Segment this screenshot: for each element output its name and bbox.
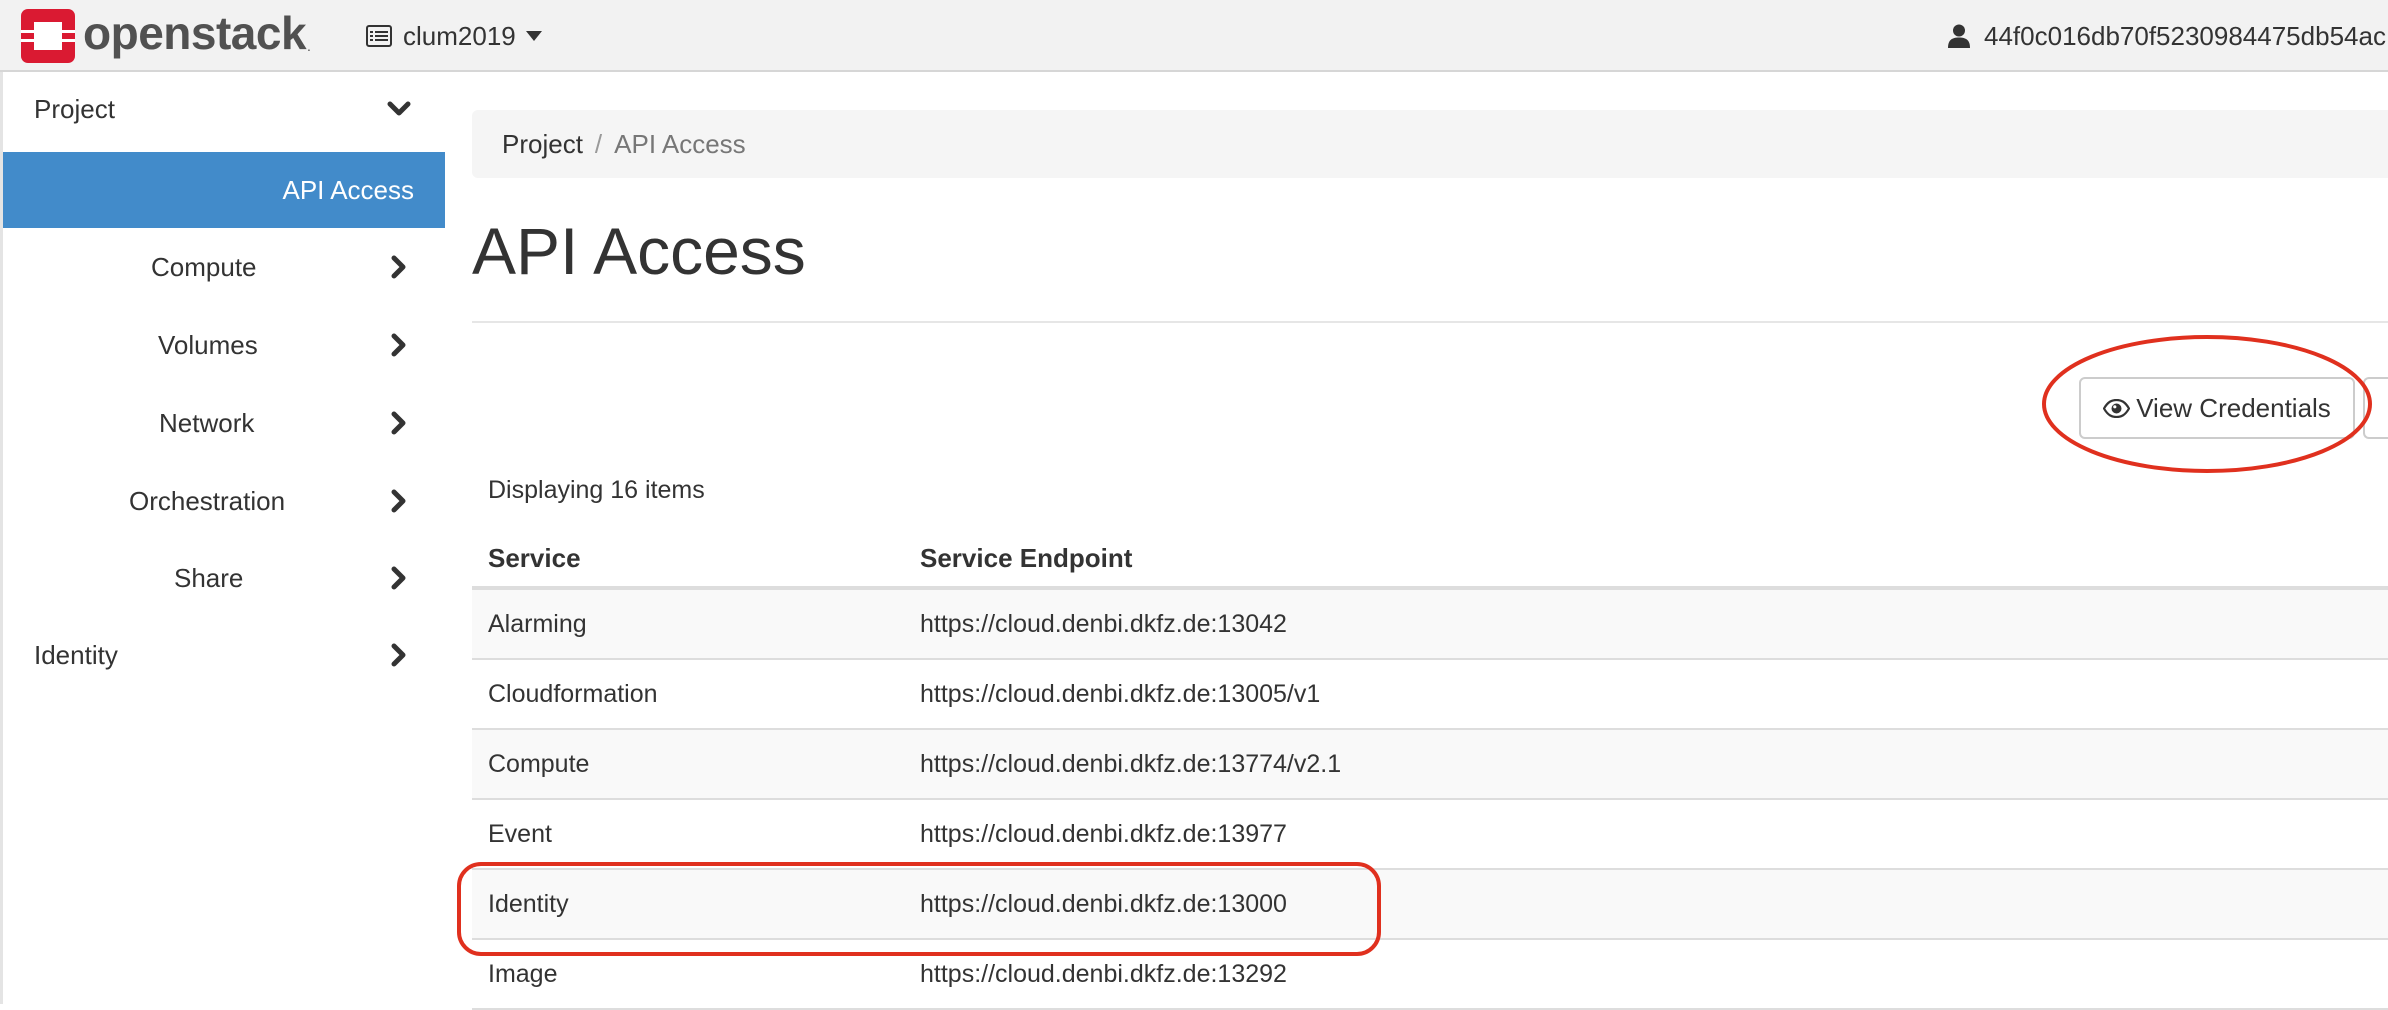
sidebar-item-project[interactable]: Project <box>3 72 445 146</box>
sidebar: Project API Access Compute Volumes Netwo… <box>0 72 445 1004</box>
brand-name: openstack <box>83 7 307 59</box>
page-header-divider <box>472 321 2388 323</box>
breadcrumb-project-link[interactable]: Project <box>502 129 583 160</box>
user-menu[interactable]: 44f0c016db70f5230984475db54ac <box>1948 16 2386 56</box>
chevron-right-icon <box>391 489 406 513</box>
openstack-logo-icon <box>21 9 75 63</box>
sidebar-item-orchestration[interactable]: Orchestration <box>3 462 445 540</box>
table-row: Cloudformation https://cloud.denbi.dkfz.… <box>472 660 2388 730</box>
sidebar-item-identity[interactable]: Identity <box>3 616 445 694</box>
top-navbar: openstack. clum2019 44f0c016db70f5230984… <box>0 0 2388 72</box>
brand-trademark-mark: . <box>307 38 311 54</box>
breadcrumb-current: API Access <box>614 128 746 159</box>
chevron-down-icon <box>387 101 411 116</box>
cell-endpoint: https://cloud.denbi.dkfz.de:13774/v2.1 <box>920 750 1342 778</box>
chevron-right-icon <box>391 333 406 357</box>
cell-service: Identity <box>488 890 569 918</box>
table-row: Compute https://cloud.denbi.dkfz.de:1377… <box>472 730 2388 800</box>
table-header: Service Service Endpoint <box>472 522 2388 590</box>
cell-endpoint: https://cloud.denbi.dkfz.de:13042 <box>920 610 1287 638</box>
cell-service: Cloudformation <box>488 680 658 708</box>
table-row: Image https://cloud.denbi.dkfz.de:13292 <box>472 940 2388 1010</box>
project-switcher[interactable]: clum2019 <box>366 16 542 56</box>
column-header-service-endpoint[interactable]: Service Endpoint <box>920 522 1132 594</box>
table-row: Event https://cloud.denbi.dkfz.de:13977 <box>472 800 2388 870</box>
cell-endpoint: https://cloud.denbi.dkfz.de:13292 <box>920 960 1287 988</box>
breadcrumb: Project / API Access <box>472 110 2388 178</box>
breadcrumb-separator: / <box>594 128 603 159</box>
sidebar-item-label: Project <box>34 94 115 124</box>
openstack-logo[interactable]: openstack. <box>21 7 311 64</box>
page-title: API Access <box>472 214 806 288</box>
column-header-service[interactable]: Service <box>488 522 581 594</box>
caret-down-icon <box>525 31 542 41</box>
sidebar-item-network[interactable]: Network <box>3 384 445 462</box>
table-row: Alarming https://cloud.denbi.dkfz.de:130… <box>472 590 2388 660</box>
sidebar-item-volumes[interactable]: Volumes <box>3 306 445 384</box>
chevron-right-icon <box>391 566 406 590</box>
eye-icon <box>2103 398 2131 418</box>
item-count: Displaying 16 items <box>488 476 705 504</box>
sidebar-item-label: Identity <box>34 640 118 670</box>
cell-service: Alarming <box>488 610 587 638</box>
chevron-right-icon <box>391 255 406 279</box>
chevron-right-icon <box>391 643 406 667</box>
project-list-icon <box>366 25 392 47</box>
sidebar-item-label: Orchestration <box>129 486 286 516</box>
sidebar-item-api-access[interactable]: API Access <box>3 152 445 228</box>
sidebar-item-label: API Access <box>282 175 415 205</box>
sidebar-item-share[interactable]: Share <box>3 540 445 616</box>
cell-endpoint: https://cloud.denbi.dkfz.de:13977 <box>920 820 1287 848</box>
table-row: Identity https://cloud.denbi.dkfz.de:130… <box>472 870 2388 940</box>
download-openrc-button[interactable] <box>2363 377 2388 439</box>
view-credentials-button[interactable]: View Credentials <box>2079 377 2355 439</box>
cell-endpoint: https://cloud.denbi.dkfz.de:13005/v1 <box>920 680 1321 708</box>
user-icon <box>1948 24 1970 48</box>
user-menu-label: 44f0c016db70f5230984475db54ac <box>1984 20 2386 51</box>
cell-service: Image <box>488 960 558 988</box>
view-credentials-label: View Credentials <box>2136 392 2331 423</box>
sidebar-item-label: Volumes <box>158 330 258 360</box>
cell-service: Event <box>488 820 552 848</box>
sidebar-item-label: Share <box>174 563 244 593</box>
project-switcher-label: clum2019 <box>403 20 516 51</box>
cell-service: Compute <box>488 750 590 778</box>
sidebar-item-compute[interactable]: Compute <box>3 228 445 306</box>
sidebar-item-label: Network <box>159 408 255 438</box>
sidebar-item-label: Compute <box>151 252 257 282</box>
chevron-right-icon <box>391 411 406 435</box>
endpoints-table: Service Service Endpoint Alarming https:… <box>472 522 2388 1010</box>
cell-endpoint: https://cloud.denbi.dkfz.de:13000 <box>920 890 1287 918</box>
